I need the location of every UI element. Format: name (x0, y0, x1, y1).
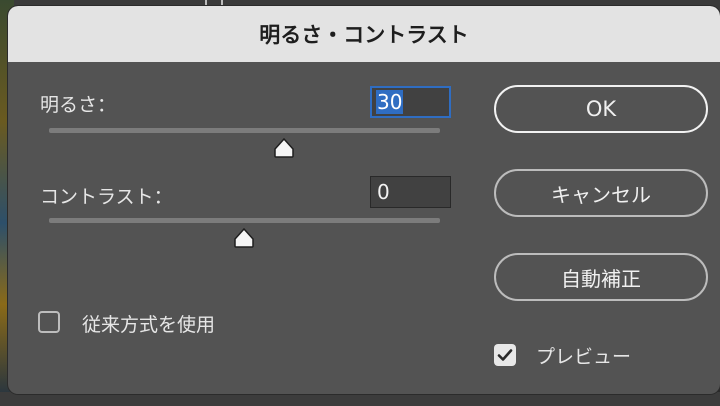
dialog-title: 明るさ・コントラスト (259, 23, 469, 47)
ok-button[interactable]: OK (494, 85, 708, 133)
background-bottom-strip (0, 392, 720, 406)
auto-button[interactable]: 自動補正 (494, 253, 708, 301)
brightness-value: 30 (376, 90, 404, 114)
brightness-contrast-dialog: 明るさ・コントラスト 明るさ： 30 コントラスト： 0 OK キャンセル 自動… (8, 6, 720, 394)
dialog-titlebar[interactable]: 明るさ・コントラスト (8, 6, 720, 62)
contrast-slider-thumb[interactable] (233, 228, 255, 248)
contrast-label: コントラスト： (40, 186, 173, 208)
brightness-input[interactable]: 30 (370, 86, 451, 118)
cancel-button[interactable]: キャンセル (494, 169, 708, 217)
contrast-slider-track[interactable] (49, 218, 440, 223)
preview-checkbox[interactable] (494, 344, 516, 366)
brightness-slider-thumb[interactable] (273, 138, 295, 158)
use-legacy-checkbox[interactable] (38, 311, 60, 333)
brightness-label: 明るさ： (40, 94, 117, 116)
preview-label: プレビュー (536, 346, 632, 368)
brightness-slider-track[interactable] (49, 128, 440, 133)
contrast-input[interactable]: 0 (370, 176, 451, 208)
use-legacy-label: 従来方式を使用 (82, 314, 216, 336)
checkmark-icon (497, 349, 513, 361)
